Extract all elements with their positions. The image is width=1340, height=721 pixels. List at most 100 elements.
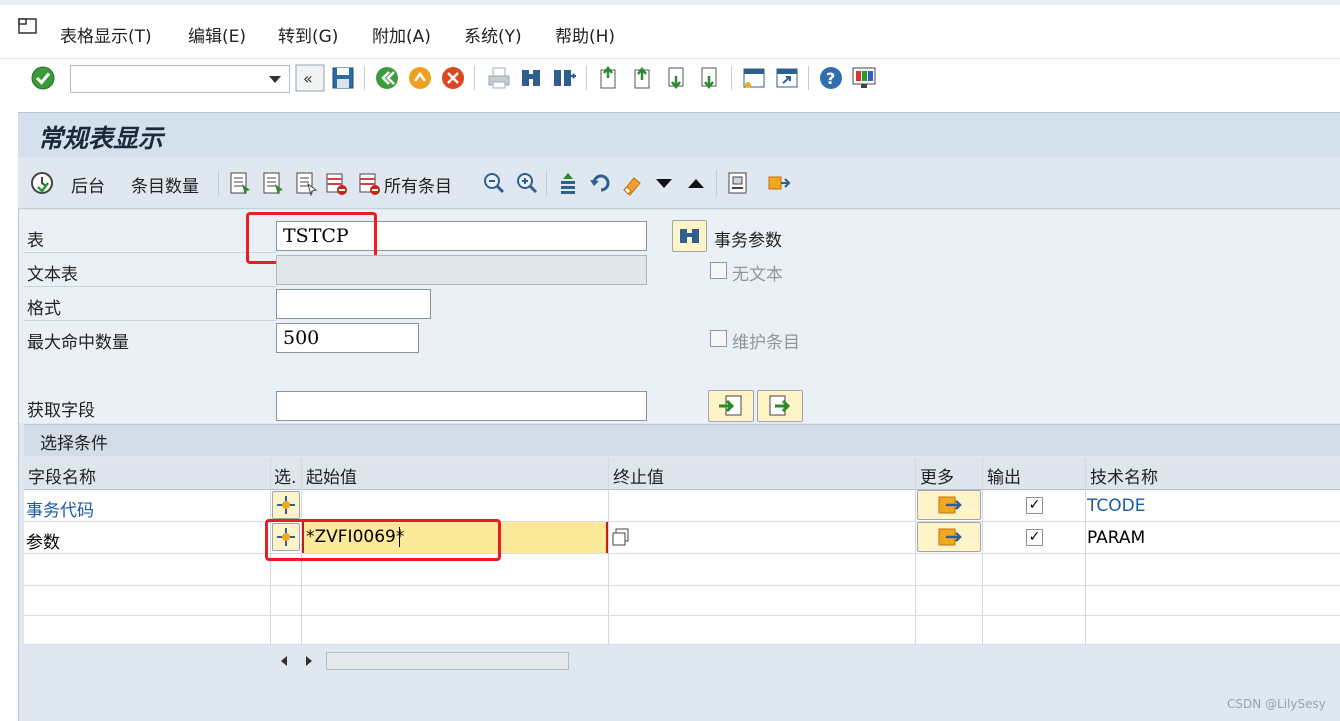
output-checkbox-param[interactable]: ✓: [1026, 529, 1043, 546]
row-tech-param: PARAM: [1087, 528, 1146, 548]
text-table-input: [276, 255, 647, 285]
more-button[interactable]: [917, 522, 981, 552]
field-list-icon: [769, 395, 791, 416]
menu-edit[interactable]: 编辑(E): [188, 22, 246, 47]
entry-count-button[interactable]: 条目数量: [131, 172, 199, 197]
highlight-box-param: [265, 519, 501, 561]
maintain-entries-label: 维护条目: [732, 333, 800, 353]
more-button[interactable]: [917, 490, 981, 520]
export-icon[interactable]: [767, 170, 791, 196]
select-block-icon[interactable]: [261, 170, 285, 196]
select-options-button[interactable]: [272, 491, 300, 519]
menu-goto[interactable]: 转到(G): [278, 22, 338, 47]
get-fields-label: 获取字段: [27, 401, 95, 421]
back-icon[interactable]: [374, 64, 400, 92]
svg-text:«: «: [303, 69, 313, 88]
all-entries-button[interactable]: 所有条目: [384, 172, 452, 197]
binoculars-icon: [680, 229, 699, 243]
row-divider: [24, 553, 1340, 554]
transaction-params-button[interactable]: [672, 220, 707, 252]
maintain-entries-checkbox[interactable]: [710, 330, 727, 347]
last-page-icon[interactable]: [697, 64, 723, 92]
column-divider: [915, 458, 916, 644]
svg-text:?: ?: [826, 69, 835, 88]
column-header-from: 起始值: [306, 468, 357, 488]
all-entries-icon[interactable]: [357, 170, 381, 196]
column-divider: [1085, 458, 1086, 644]
zoom-in-icon[interactable]: [515, 170, 539, 196]
no-text-checkbox[interactable]: [710, 262, 727, 279]
collapse-command-icon[interactable]: «: [295, 64, 325, 92]
menu-extras[interactable]: 附加(A): [372, 22, 431, 47]
cancel-icon[interactable]: [440, 64, 466, 92]
column-header-more: 更多: [920, 468, 954, 488]
multiple-selection-icon: [938, 496, 962, 514]
deselect-all-icon[interactable]: [294, 170, 318, 196]
toolbar-separator: [474, 66, 475, 90]
execute-icon[interactable]: [30, 170, 54, 196]
new-session-icon[interactable]: [741, 64, 767, 92]
copy-icon[interactable]: [610, 526, 632, 548]
select-all-icon[interactable]: [228, 170, 252, 196]
enter-check-icon[interactable]: [30, 64, 56, 92]
row-tech-tcode: TCODE: [1087, 496, 1146, 516]
exit-icon[interactable]: [407, 64, 433, 92]
column-header-to: 终止值: [613, 468, 664, 488]
first-page-icon[interactable]: [596, 64, 622, 92]
save-icon[interactable]: [330, 64, 356, 92]
shortcut-icon[interactable]: [774, 64, 800, 92]
find-icon[interactable]: [518, 64, 544, 92]
toolbar-separator: [364, 66, 365, 90]
column-divider: [982, 458, 983, 644]
menu-system[interactable]: 系统(Y): [464, 22, 522, 47]
toolbar-separator: [731, 66, 732, 90]
scroll-thumb[interactable]: [326, 652, 569, 670]
previous-page-icon[interactable]: [630, 64, 656, 92]
customize-layout-icon[interactable]: [851, 64, 877, 92]
print-icon[interactable]: [486, 64, 512, 92]
max-hits-label: 最大命中数量: [27, 333, 129, 353]
import-fields-icon: [719, 395, 742, 416]
menu-icon[interactable]: [18, 18, 40, 36]
settings-icon[interactable]: [726, 170, 750, 196]
text-table-label: 文本表: [27, 265, 78, 285]
eraser-icon[interactable]: [620, 170, 644, 196]
next-page-icon[interactable]: [664, 64, 690, 92]
scroll-left-right-icon[interactable]: [270, 650, 324, 672]
row-divider: [24, 615, 1340, 616]
background-button[interactable]: 后台: [71, 172, 105, 197]
dropdown-arrow-icon[interactable]: [269, 76, 281, 83]
column-divider: [608, 458, 609, 644]
row-divider: [24, 585, 1340, 586]
command-field[interactable]: [70, 65, 290, 93]
format-label: 格式: [27, 299, 61, 319]
format-input[interactable]: [276, 289, 431, 319]
label-underline: [24, 252, 276, 253]
get-fields-input[interactable]: [276, 391, 647, 421]
horizontal-scrollbar[interactable]: [270, 650, 1340, 672]
max-hits-input[interactable]: 500: [276, 323, 419, 353]
column-header-select: 选.: [274, 468, 297, 488]
field-list-button[interactable]: [757, 390, 803, 422]
help-icon[interactable]: ?: [818, 64, 844, 92]
menu-help[interactable]: 帮助(H): [555, 22, 615, 47]
sort-icon[interactable]: [556, 170, 580, 196]
down-arrow-icon[interactable]: [652, 170, 676, 196]
label-underline: [24, 286, 276, 287]
find-next-icon[interactable]: [551, 64, 577, 92]
output-checkbox-tcode[interactable]: ✓: [1026, 497, 1043, 514]
row-field-param: 参数: [26, 533, 60, 553]
watermark: CSDN @LilySesy: [1227, 697, 1326, 711]
select-options-icon: [277, 496, 295, 514]
column-header-field-name: 字段名称: [28, 468, 96, 488]
undo-icon[interactable]: [588, 170, 612, 196]
menu-table-display[interactable]: 表格显示(T): [60, 22, 152, 47]
row-divider: [24, 521, 1340, 522]
zoom-out-icon[interactable]: [482, 170, 506, 196]
up-arrow-icon[interactable]: [684, 170, 708, 196]
row-field-tcode: 事务代码: [26, 501, 94, 521]
row-divider: [24, 644, 1340, 645]
get-fields-button[interactable]: [708, 390, 754, 422]
selection-section-header: [24, 424, 1340, 456]
delete-selection-icon[interactable]: [324, 170, 348, 196]
